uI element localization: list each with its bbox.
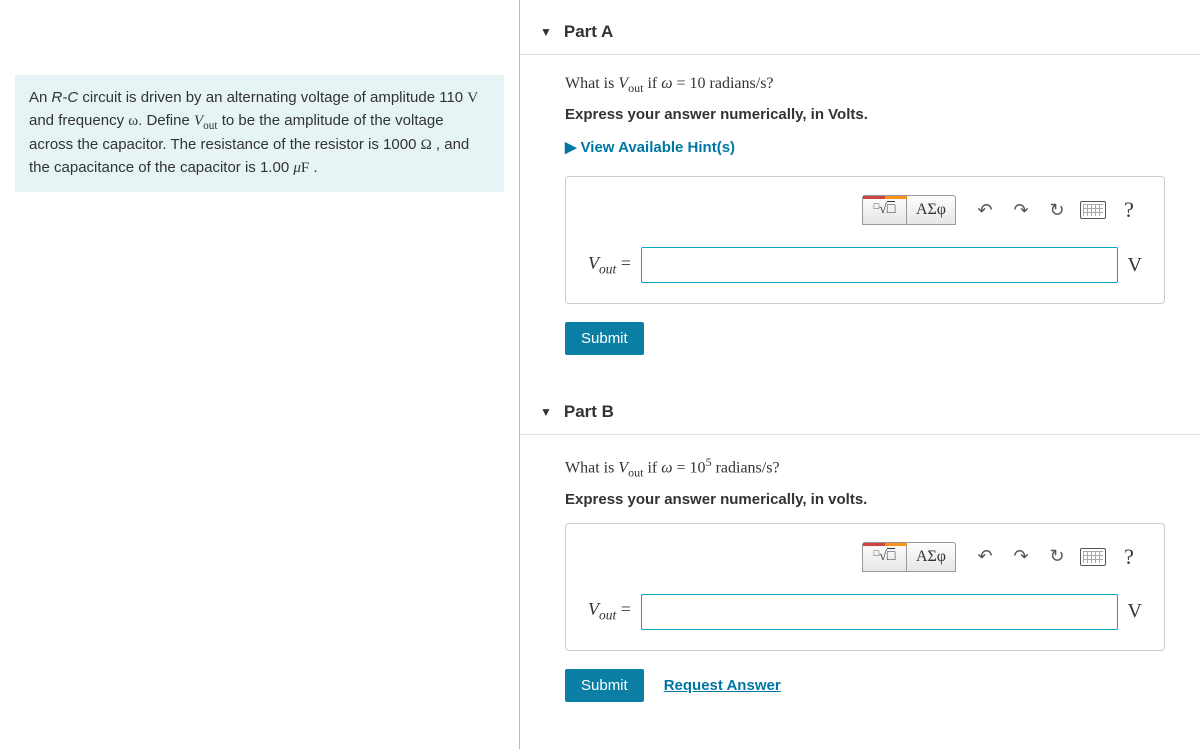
part-a-question: What is Vout if ω = 10 radians/s? bbox=[565, 75, 1165, 96]
part-b-header[interactable]: ▼ Part B bbox=[520, 380, 1200, 435]
part-a-unit: V bbox=[1128, 254, 1142, 277]
part-a-title: Part A bbox=[564, 22, 613, 42]
part-b-answer-box: □√□ ΑΣφ ↶ ↷ ↻ ? Vout = V bbox=[565, 523, 1165, 651]
templates-tab[interactable]: □√□ bbox=[862, 195, 906, 225]
part-a-header[interactable]: ▼ Part A bbox=[520, 0, 1200, 55]
part-b-question: What is Vout if ω = 105 radians/s? bbox=[565, 455, 1165, 481]
collapse-icon: ▼ bbox=[540, 405, 552, 419]
sqrt-icon: □√□ bbox=[874, 202, 896, 218]
keyboard-icon[interactable] bbox=[1080, 544, 1106, 570]
collapse-icon: ▼ bbox=[540, 25, 552, 39]
sqrt-icon: □√□ bbox=[874, 549, 896, 565]
view-hints-link[interactable]: ▶ View Available Hint(s) bbox=[565, 138, 735, 156]
part-b-answer-input[interactable] bbox=[641, 594, 1118, 630]
templates-tab[interactable]: □√□ bbox=[862, 542, 906, 572]
part-b-unit: V bbox=[1128, 600, 1142, 623]
part-a-submit-button[interactable]: Submit bbox=[565, 322, 644, 355]
part-b-submit-button[interactable]: Submit bbox=[565, 669, 644, 702]
undo-icon[interactable]: ↶ bbox=[972, 544, 998, 570]
redo-icon[interactable]: ↷ bbox=[1008, 197, 1034, 223]
part-b-title: Part B bbox=[564, 402, 614, 422]
greek-tab[interactable]: ΑΣφ bbox=[906, 195, 956, 225]
undo-icon[interactable]: ↶ bbox=[972, 197, 998, 223]
part-a-answer-box: □√□ ΑΣφ ↶ ↷ ↻ ? Vout = V bbox=[565, 176, 1165, 304]
part-b-var-label: Vout = bbox=[588, 599, 631, 624]
help-icon[interactable]: ? bbox=[1116, 544, 1142, 570]
greek-tab[interactable]: ΑΣφ bbox=[906, 542, 956, 572]
request-answer-link[interactable]: Request Answer bbox=[664, 677, 781, 694]
part-a-var-label: Vout = bbox=[588, 253, 631, 278]
reset-icon[interactable]: ↻ bbox=[1044, 197, 1070, 223]
keyboard-icon[interactable] bbox=[1080, 197, 1106, 223]
part-b-instruction: Express your answer numerically, in volt… bbox=[565, 491, 1165, 508]
part-a-answer-input[interactable] bbox=[641, 247, 1118, 283]
chevron-right-icon: ▶ bbox=[565, 138, 577, 156]
help-icon[interactable]: ? bbox=[1116, 197, 1142, 223]
part-a-instruction: Express your answer numerically, in Volt… bbox=[565, 106, 1165, 123]
problem-statement: An R-C circuit is driven by an alternati… bbox=[15, 75, 504, 192]
reset-icon[interactable]: ↻ bbox=[1044, 544, 1070, 570]
redo-icon[interactable]: ↷ bbox=[1008, 544, 1034, 570]
